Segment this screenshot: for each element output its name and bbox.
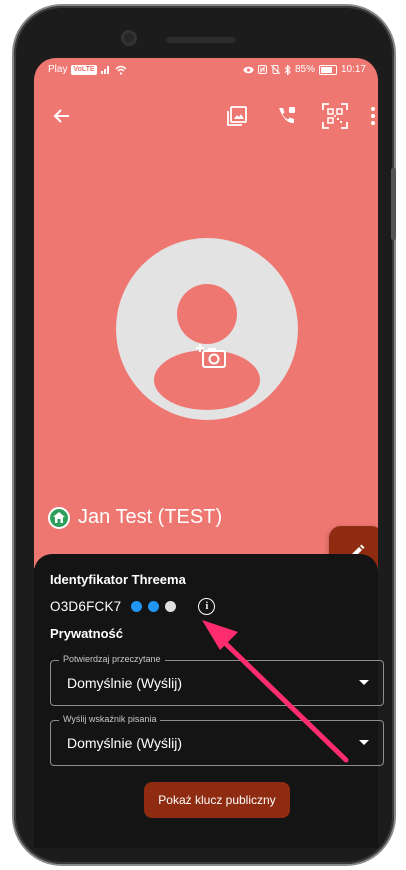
home-badge-icon: [48, 506, 70, 529]
read-receipts-select[interactable]: Potwierdzaj przeczytane Domyślnie (Wyśli…: [50, 654, 384, 706]
battery-icon: [318, 64, 337, 75]
identity-title: Identyfikator Threema: [50, 572, 186, 587]
qr-code-icon[interactable]: [322, 103, 348, 129]
verification-dot-1: [131, 601, 143, 612]
phone-side-button: [391, 168, 396, 240]
dropdown-arrow-icon: [359, 680, 369, 685]
contact-avatar[interactable]: [116, 238, 298, 420]
call-settings-icon[interactable]: [275, 105, 297, 127]
more-vert-icon[interactable]: [370, 106, 376, 126]
add-photo-icon[interactable]: [196, 344, 226, 368]
verification-dot-3: [165, 601, 177, 612]
read-receipts-value: Domyślnie (Wyślij): [67, 675, 182, 691]
wifi-icon: [115, 65, 127, 75]
identity-row: O3D6FCK7 i: [50, 598, 216, 615]
earpiece-speaker: [166, 37, 236, 43]
arrow-back-icon[interactable]: [52, 106, 72, 126]
signal-icon: [100, 66, 109, 74]
privacy-title: Prywatność: [50, 626, 123, 641]
volte-badge: VoLTE: [71, 64, 97, 75]
nfc-icon: [257, 65, 267, 74]
typing-indicator-label: Wyślij wskaźnik pisania: [59, 714, 161, 724]
contact-name-row: Jan Test (TEST): [48, 506, 222, 529]
contact-header: Play VoLTE 85% 10:17 Jan Test (TEST): [34, 58, 378, 568]
carrier-label: Play: [48, 64, 68, 75]
vibrate-off-icon: [270, 65, 280, 74]
front-camera: [121, 30, 137, 46]
verification-dot-2: [148, 601, 160, 612]
status-bar: Play VoLTE 85% 10:17: [34, 58, 378, 82]
threema-id: O3D6FCK7: [50, 599, 122, 614]
typing-indicator-select[interactable]: Wyślij wskaźnik pisania Domyślnie (Wyśli…: [50, 714, 384, 766]
gallery-icon[interactable]: [226, 105, 248, 127]
bluetooth-icon: [284, 64, 291, 75]
show-public-key-button[interactable]: Pokaż klucz publiczny: [144, 782, 290, 818]
typing-indicator-value: Domyślnie (Wyślij): [67, 735, 182, 751]
info-icon[interactable]: i: [198, 598, 216, 615]
eye-icon: [243, 66, 254, 73]
contact-name: Jan Test (TEST): [78, 506, 223, 528]
dropdown-arrow-icon: [359, 740, 369, 745]
avatar-head-shape: [177, 284, 237, 344]
read-receipts-label: Potwierdzaj przeczytane: [59, 654, 165, 664]
clock: 10:17: [340, 64, 366, 75]
battery-percentage: 85%: [294, 64, 315, 75]
